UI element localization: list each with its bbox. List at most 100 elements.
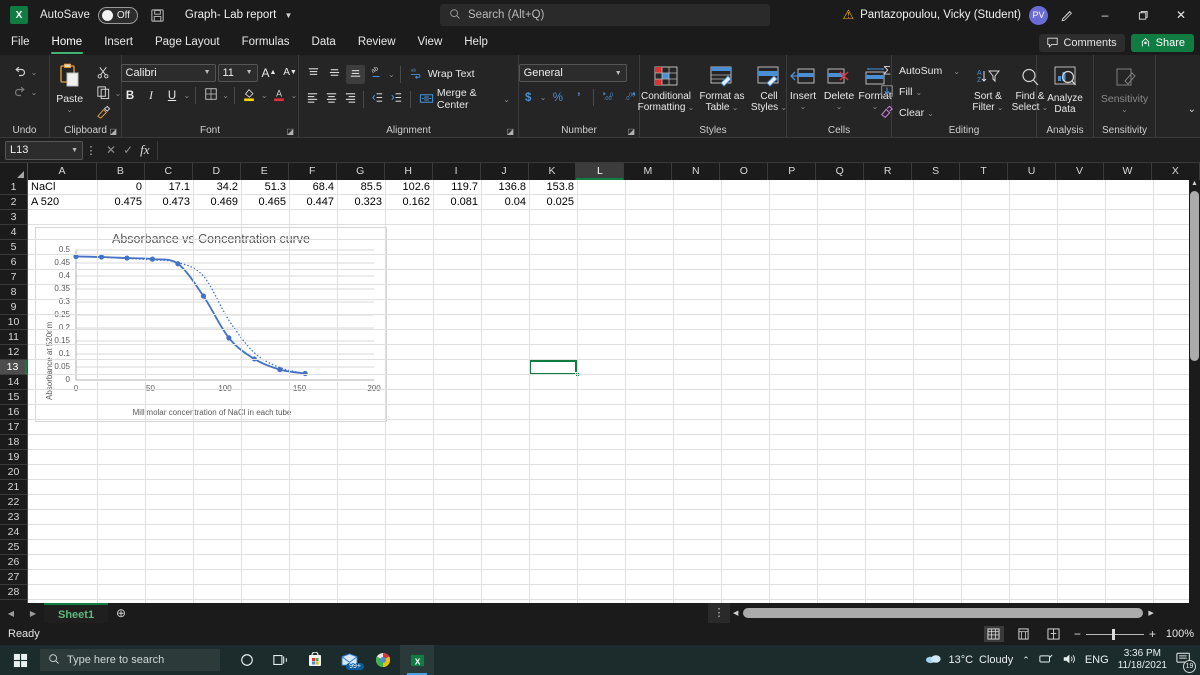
row-header-2[interactable]: 2: [0, 195, 27, 210]
cell-A2[interactable]: A 520: [28, 195, 97, 210]
row-header-9[interactable]: 9: [0, 300, 27, 315]
show-hidden-icons[interactable]: ⌃: [1022, 655, 1030, 666]
row-header-8[interactable]: 8: [0, 285, 27, 300]
cell-A1[interactable]: NaCl: [28, 180, 97, 195]
paste-dropdown-icon[interactable]: ⌄: [66, 105, 73, 114]
sensitivity-button[interactable]: Sensitivity ⌄: [1099, 61, 1151, 119]
row-header-25[interactable]: 25: [0, 540, 27, 555]
redo-dropdown-icon[interactable]: ⌄: [31, 88, 38, 97]
orientation-dropdown-icon[interactable]: ⌄: [388, 70, 395, 79]
row-header-4[interactable]: 4: [0, 225, 27, 240]
conditional-formatting-button[interactable]: Conditional Formatting ⌄: [637, 60, 695, 118]
column-header-I[interactable]: I: [432, 163, 481, 180]
cell-G1[interactable]: 85.5: [337, 180, 385, 195]
number-dialog-launcher[interactable]: ◪: [627, 127, 635, 136]
autosum-button[interactable]: Σ AutoSum ⌄: [877, 61, 963, 81]
notifications-icon[interactable]: 19: [1176, 652, 1196, 673]
orientation-button[interactable]: ab: [367, 64, 386, 84]
save-icon[interactable]: [150, 8, 165, 23]
vertical-scrollbar[interactable]: ▲: [1189, 180, 1200, 603]
tab-home[interactable]: Home: [41, 30, 94, 55]
bold-button[interactable]: B: [121, 86, 140, 105]
chart-absorbance-vs-concentration[interactable]: Absorbance vs Concentration curve Absorb…: [35, 227, 387, 422]
weather-widget[interactable]: 13°C Cloudy: [925, 652, 1013, 668]
windows-start-icon[interactable]: [0, 653, 40, 668]
cell-H2[interactable]: 0.162: [385, 195, 433, 210]
wrap-text-button[interactable]: ab Wrap Text: [406, 64, 478, 84]
clipboard-dialog-launcher[interactable]: ◪: [109, 127, 117, 136]
tab-view[interactable]: View: [407, 30, 454, 55]
column-header-V[interactable]: V: [1055, 163, 1104, 180]
row-header-6[interactable]: 6: [0, 255, 27, 270]
cell-K1[interactable]: 153.8: [529, 180, 577, 195]
share-button[interactable]: Share: [1130, 33, 1194, 52]
font-name-select[interactable]: Calibri ▼: [120, 63, 216, 82]
cell-J2[interactable]: 0.04: [481, 195, 529, 210]
insert-function-icon[interactable]: fx: [140, 142, 149, 158]
analyze-data-button[interactable]: Analyze Data: [1042, 61, 1088, 119]
microsoft-store-icon[interactable]: [298, 645, 332, 675]
currency-button[interactable]: $: [519, 88, 538, 107]
column-header-Q[interactable]: Q: [816, 163, 865, 180]
row-header-26[interactable]: 26: [0, 555, 27, 570]
cell-B1[interactable]: 0: [97, 180, 145, 195]
task-view-icon[interactable]: [264, 645, 298, 675]
page-break-preview-icon[interactable]: [1044, 626, 1064, 642]
formula-input[interactable]: [156, 140, 1200, 160]
cell-C2[interactable]: 0.473: [145, 195, 193, 210]
alignment-dialog-launcher[interactable]: ◪: [506, 127, 514, 136]
row-header-15[interactable]: 15: [0, 390, 27, 405]
tab-review[interactable]: Review: [347, 30, 407, 55]
autosave-toggle[interactable]: Off: [97, 6, 138, 24]
undo-dropdown-icon[interactable]: ⌄: [31, 68, 38, 77]
row-header-1[interactable]: 1: [0, 180, 27, 195]
cortana-icon[interactable]: [230, 645, 264, 675]
column-header-R[interactable]: R: [864, 163, 913, 180]
italic-button[interactable]: I: [142, 86, 161, 105]
avatar[interactable]: PV: [1029, 5, 1048, 25]
column-header-L[interactable]: L: [576, 163, 625, 180]
network-icon[interactable]: [1039, 653, 1053, 667]
delete-cells-button[interactable]: Delete ⌄: [822, 60, 856, 118]
row-header-19[interactable]: 19: [0, 450, 27, 465]
clear-dropdown-icon[interactable]: ⌄: [927, 109, 934, 118]
cancel-icon[interactable]: ✕: [106, 143, 116, 157]
borders-dropdown-icon[interactable]: ⌄: [222, 91, 229, 100]
cell-styles-button[interactable]: Cell Styles ⌄: [749, 60, 789, 118]
row-header-23[interactable]: 23: [0, 510, 27, 525]
grow-font-button[interactable]: A ▲: [260, 63, 279, 82]
cell-I2[interactable]: 0.081: [433, 195, 481, 210]
taskbar-search-input[interactable]: Type here to search: [40, 649, 220, 671]
row-header-11[interactable]: 11: [0, 330, 27, 345]
format-as-table-button[interactable]: Format as Table ⌄: [698, 60, 746, 118]
tab-insert[interactable]: Insert: [93, 30, 144, 55]
align-middle-button[interactable]: [325, 65, 344, 84]
increase-decimal-button[interactable]: .0.00: [599, 88, 618, 107]
zoom-thumb[interactable]: [1112, 628, 1116, 640]
column-header-X[interactable]: X: [1151, 163, 1200, 180]
horizontal-scrollbar[interactable]: ◀ ▶: [730, 607, 1200, 619]
collapse-ribbon-button[interactable]: ⌄: [1188, 104, 1196, 115]
decrease-indent-button[interactable]: [369, 90, 386, 109]
minimize-button[interactable]: –: [1086, 0, 1124, 30]
language-indicator[interactable]: ENG: [1085, 654, 1109, 666]
excel-taskbar-icon[interactable]: X: [400, 645, 434, 675]
zoom-out-button[interactable]: −: [1074, 627, 1081, 641]
row-header-24[interactable]: 24: [0, 525, 27, 540]
formula-bar-options[interactable]: ⋮: [83, 144, 99, 157]
clear-button[interactable]: Clear ⌄: [877, 103, 963, 123]
align-right-button[interactable]: [342, 90, 359, 109]
column-header-H[interactable]: H: [384, 163, 433, 180]
column-header-N[interactable]: N: [672, 163, 721, 180]
column-header-W[interactable]: W: [1103, 163, 1152, 180]
underline-button[interactable]: U: [163, 86, 182, 105]
search-input[interactable]: Search (Alt+Q): [440, 4, 770, 26]
column-header-U[interactable]: U: [1008, 163, 1056, 180]
row-header-17[interactable]: 17: [0, 420, 27, 435]
row-header-10[interactable]: 10: [0, 315, 27, 330]
cell-H1[interactable]: 102.6: [385, 180, 433, 195]
zoom-level[interactable]: 100%: [1166, 628, 1194, 640]
zoom-in-button[interactable]: +: [1149, 627, 1156, 641]
scroll-right-arrow[interactable]: ▶: [1145, 609, 1156, 617]
column-header-G[interactable]: G: [336, 163, 385, 180]
